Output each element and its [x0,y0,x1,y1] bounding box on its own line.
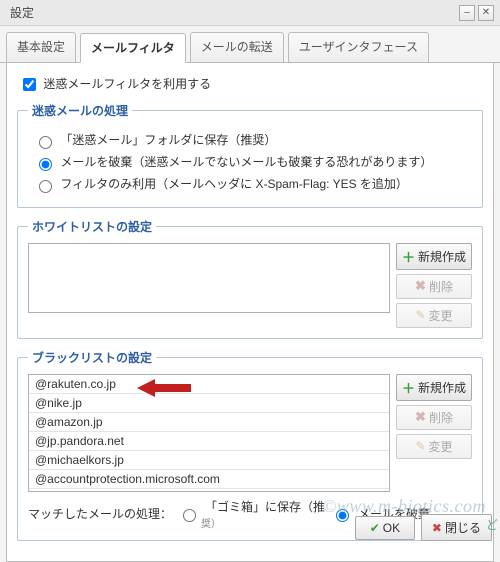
close-button[interactable]: ✖ 閉じる [421,514,492,541]
whitelist-listbox[interactable] [28,243,390,313]
whitelist-delete-button[interactable]: ✖ 削除 [396,274,472,299]
ok-button[interactable]: ✔ OK [355,516,415,540]
blacklist-edit-label: 変更 [429,438,453,455]
whitelist-group: ホワイトリストの設定 ＋ 新規作成 ✖ 削除 ✎ 変更 [17,218,483,339]
list-item[interactable]: @accountprotection.microsoft.com [29,470,389,489]
delete-icon: ✖ [415,409,426,425]
list-item[interactable]: @nike.jp [29,394,389,413]
blacklist-new-label: 新規作成 [418,379,466,396]
list-item[interactable]: @amazon.jp [29,413,389,432]
blacklist-legend: ブラックリストの設定 [28,349,156,366]
whitelist-new-label: 新規作成 [418,248,466,265]
pencil-icon: ✎ [415,439,425,453]
match-opt-trash[interactable] [183,509,196,522]
blacklist-group: ブラックリストの設定 @rakuten.co.jp @nike.jp @amaz… [17,349,483,541]
spam-opt-flag-label: フィルタのみ利用（メールヘッダに X-Spam-Flag: YES を追加） [60,177,408,191]
spam-handling-legend: 迷惑メールの処理 [28,102,132,119]
match-opt-trash-label: 「ゴミ箱」に保存（推 [205,498,325,515]
use-spam-filter-label: 迷惑メールフィルタを利用する [43,77,211,91]
window-controls: – ✕ [459,5,494,21]
dialog-footer: ✔ OK ✖ 閉じる [355,514,492,541]
tab-bar: 基本設定 メールフィルタ メールの転送 ユーザインタフェース [0,26,500,63]
pencil-icon: ✎ [415,308,425,322]
tab-forwarding[interactable]: メールの転送 [190,32,284,62]
spam-opt-discard-label: メールを破棄（迷惑メールでないメールも破棄する恐れがあります） [60,155,432,169]
main-panel: 迷惑メールフィルタを利用する 迷惑メールの処理 「迷惑メール」フォルダに保存（推… [6,63,494,562]
tab-mail-filter[interactable]: メールフィルタ [80,33,186,63]
close-icon: ✖ [432,521,442,535]
whitelist-legend: ホワイトリストの設定 [28,218,156,235]
whitelist-new-button[interactable]: ＋ 新規作成 [396,243,472,270]
whitelist-edit-label: 変更 [429,307,453,324]
delete-icon: ✖ [415,278,426,294]
list-item[interactable]: @rakuten.co.jp [29,375,389,394]
list-item[interactable]: @michaelkors.jp [29,451,389,470]
close-label: 閉じる [445,519,481,536]
check-icon: ✔ [370,521,380,535]
spam-opt-flag[interactable] [39,180,52,193]
blacklist-new-button[interactable]: ＋ 新規作成 [396,374,472,401]
whitelist-edit-button[interactable]: ✎ 変更 [396,303,472,328]
minimize-button[interactable]: – [459,5,475,21]
plus-icon: ＋ [402,378,415,397]
blacklist-delete-label: 削除 [429,409,453,426]
spam-opt-folder[interactable] [39,136,52,149]
title-bar: 設定 – ✕ [0,0,500,26]
tab-ui[interactable]: ユーザインタフェース [288,32,429,62]
spam-handling-group: 迷惑メールの処理 「迷惑メール」フォルダに保存（推奨） メールを破棄（迷惑メール… [17,102,483,207]
match-label: マッチしたメールの処理： [28,505,172,522]
blacklist-edit-button[interactable]: ✎ 変更 [396,434,472,459]
spam-opt-folder-label: 「迷惑メール」フォルダに保存（推奨） [60,133,276,147]
tab-basic[interactable]: 基本設定 [6,32,76,62]
close-window-button[interactable]: ✕ [478,5,494,21]
match-opt-trash-note: 奨） [201,515,221,530]
plus-icon: ＋ [402,247,415,266]
ok-label: OK [383,521,400,535]
spam-opt-discard[interactable] [39,158,52,171]
whitelist-delete-label: 削除 [429,278,453,295]
blacklist-delete-button[interactable]: ✖ 削除 [396,405,472,430]
clipped-text: ど [486,516,498,533]
use-spam-filter-checkbox[interactable] [23,78,36,91]
use-spam-filter-row: 迷惑メールフィルタを利用する [19,75,483,94]
list-item[interactable]: @jp.pandora.net [29,432,389,451]
blacklist-listbox[interactable]: @rakuten.co.jp @nike.jp @amazon.jp @jp.p… [28,374,390,492]
match-opt-discard[interactable] [336,509,349,522]
window-title: 設定 [10,4,34,21]
